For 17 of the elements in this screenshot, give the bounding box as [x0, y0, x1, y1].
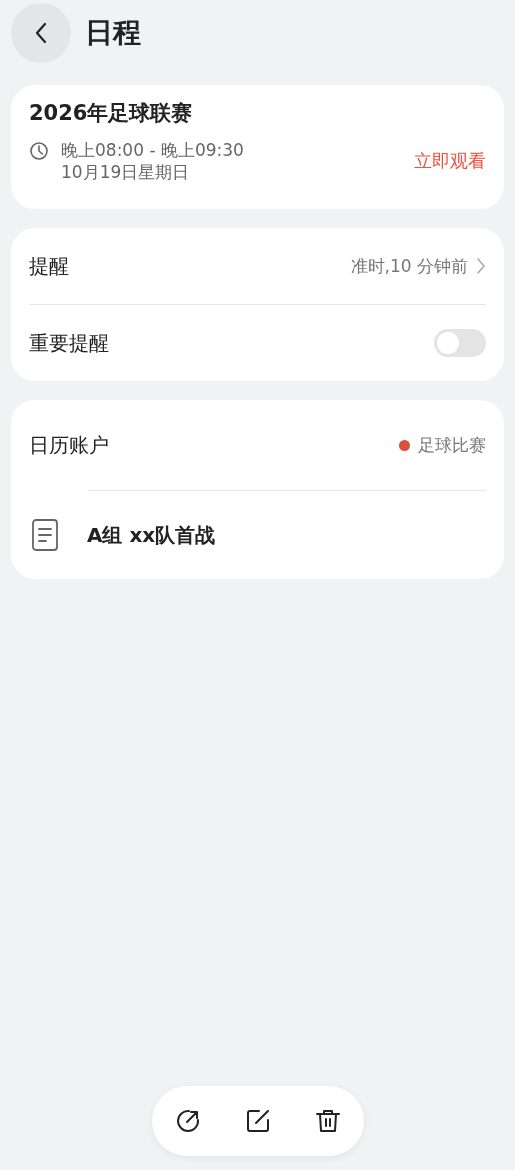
note-text: A组 xx队首战 — [87, 521, 216, 549]
calendar-account-label: 日历账户 — [29, 431, 110, 459]
reminder-label: 提醒 — [29, 252, 70, 280]
calendar-account-value: 足球比赛 — [418, 433, 486, 457]
event-title: 2026年足球联赛 — [29, 100, 194, 127]
chevron-icon — [476, 257, 486, 275]
toggle-switch[interactable] — [434, 329, 486, 357]
page-title: 日程 — [85, 15, 141, 51]
note-icon — [31, 518, 59, 552]
event-time: 晚上08:00 - 晚上09:30 — [61, 139, 245, 161]
reminder-value[interactable]: 准时,10 分钟前 — [350, 254, 468, 278]
back-icon — [33, 21, 49, 45]
event-date: 10月19日星期日 — [61, 161, 191, 183]
clock-icon — [29, 141, 49, 161]
watch-now-link[interactable]: 立即观看 — [414, 149, 486, 173]
important-reminder-label: 重要提醒 — [29, 329, 110, 357]
trash-icon — [313, 1107, 342, 1135]
